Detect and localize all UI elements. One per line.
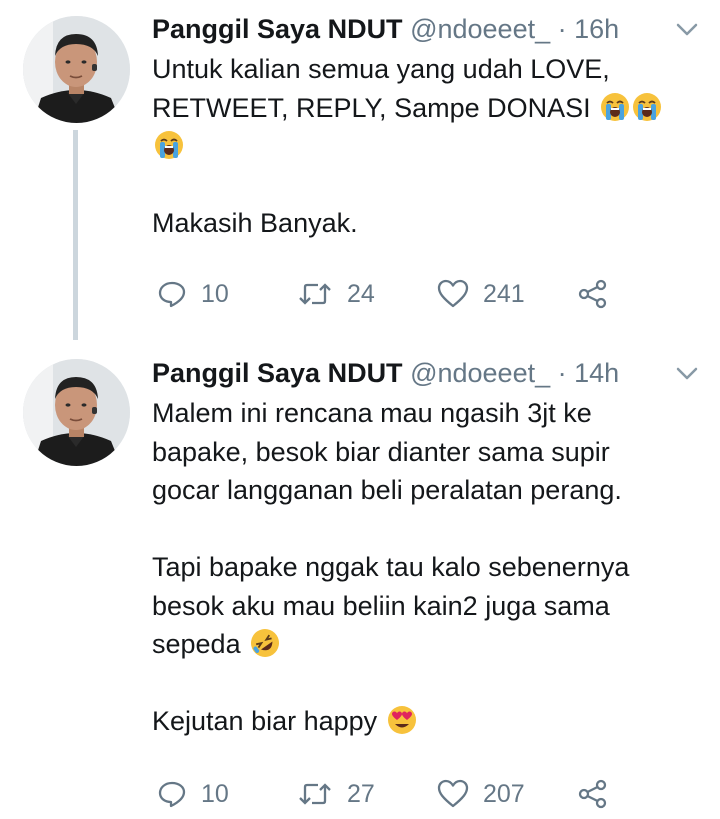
separator: · [557,358,567,388]
text-line: Tapi bapake nggak tau kalo sebenernya [152,552,630,582]
text-line: Kejutan biar happy [152,702,697,741]
display-name[interactable]: Panggil Saya NDUT [152,358,403,388]
reply-count: 10 [201,779,229,808]
loudly-crying-face-icon [633,92,662,121]
rolling-on-floor-laughing-icon [251,629,280,657]
retweet-button[interactable]: 27 [297,774,375,814]
heart-icon [437,279,469,308]
chevron-down-icon[interactable] [676,22,698,38]
retweet-icon [299,283,331,305]
like-count: 207 [483,779,525,808]
tweet-header: Panggil Saya NDUT @ndoeeet_ · 16h [152,12,619,46]
avatar-photo [23,359,130,466]
reply-count: 10 [201,279,229,308]
tweet-1[interactable]: Panggil Saya NDUT @ndoeeet_ · 16h Untuk … [0,0,720,340]
like-button[interactable]: 241 [437,274,525,314]
text-line: besok aku mau beliin kain2 juga sama [152,590,610,621]
text-line: RETWEET, REPLY, Sampe DONASI [152,89,697,128]
like-count: 241 [483,279,525,308]
retweet-button[interactable]: 24 [297,274,375,314]
display-name[interactable]: Panggil Saya NDUT [152,14,403,44]
timestamp[interactable]: 14h [574,358,619,388]
chevron-down-icon[interactable] [676,366,698,382]
separator: · [557,14,567,44]
avatar[interactable] [23,359,130,466]
loudly-crying-face-icon [155,131,183,159]
text-line: Malem ini rencana mau ngasih 3jt ke [152,398,592,428]
reply-button[interactable]: 10 [157,774,229,814]
user-handle[interactable]: @ndoeeet_ [410,358,550,388]
timestamp[interactable]: 16h [574,14,619,44]
text-line: Untuk kalian semua yang udah LOVE, [152,54,610,84]
retweet-count: 24 [347,279,375,308]
tweet-text: Untuk kalian semua yang udah LOVE, RETWE… [152,50,697,243]
loudly-crying-face-icon [601,92,630,121]
tweet-actions: 10 24 241 [152,274,632,314]
retweet-icon [299,783,331,805]
tweet-text: Malem ini rencana mau ngasih 3jt ke bapa… [152,394,697,741]
avatar-photo [23,16,130,123]
text-line: gocar langganan beli peralatan perang. [152,475,622,505]
share-icon [578,779,607,809]
tweet-actions: 10 27 207 [152,774,632,814]
text-line: bapake, besok biar dianter sama supir [152,436,610,467]
text-line: Makasih Banyak. [152,208,358,238]
avatar[interactable] [23,16,130,123]
share-button[interactable] [577,774,609,814]
tweet-2[interactable]: Panggil Saya NDUT @ndoeeet_ · 14h Malem … [0,344,720,819]
text-line: sepeda [152,625,697,664]
heart-icon [437,779,469,808]
text-line [152,127,697,166]
like-button[interactable]: 207 [437,774,525,814]
reply-icon [158,781,186,808]
share-icon [578,279,607,309]
heart-eyes-face-icon [387,706,416,734]
share-button[interactable] [577,274,609,314]
retweet-count: 27 [347,779,375,808]
reply-icon [158,281,186,308]
user-handle[interactable]: @ndoeeet_ [410,14,550,44]
reply-button[interactable]: 10 [157,274,229,314]
tweet-header: Panggil Saya NDUT @ndoeeet_ · 14h [152,356,619,390]
